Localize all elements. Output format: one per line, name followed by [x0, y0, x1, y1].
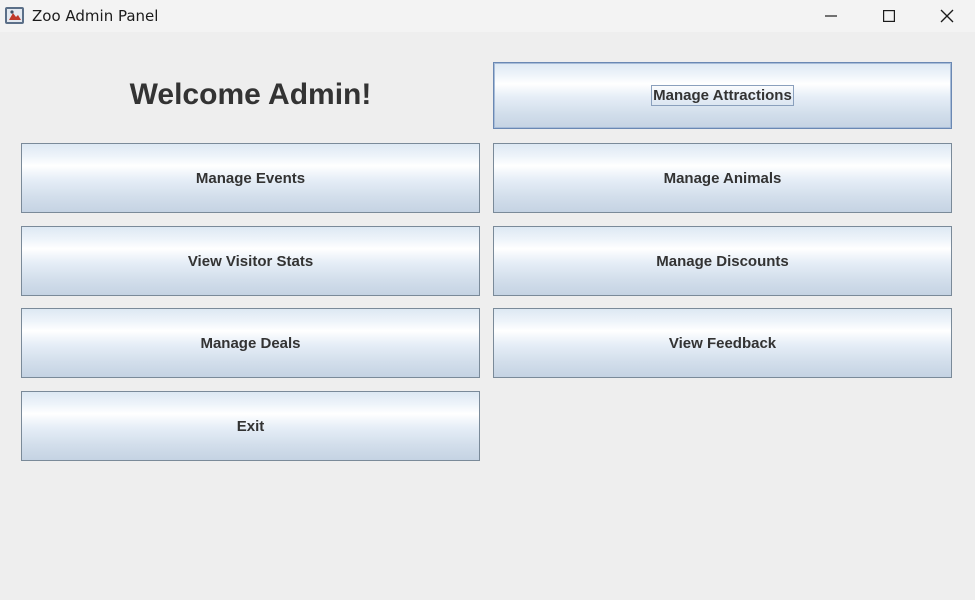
exit-button[interactable]: Exit: [21, 391, 480, 461]
manage-deals-label: Manage Deals: [200, 334, 301, 352]
minimize-button[interactable]: [802, 0, 860, 32]
manage-deals-button[interactable]: Manage Deals: [21, 308, 480, 378]
manage-attractions-label: Manage Attractions: [651, 85, 794, 106]
manage-animals-label: Manage Animals: [663, 169, 782, 187]
maximize-button[interactable]: [860, 0, 918, 32]
manage-animals-button[interactable]: Manage Animals: [493, 143, 952, 213]
minimize-icon: [825, 15, 837, 17]
welcome-heading: Welcome Admin!: [129, 78, 372, 111]
close-button[interactable]: [918, 0, 975, 32]
manage-events-label: Manage Events: [195, 169, 306, 187]
maximize-icon: [883, 10, 895, 22]
view-visitor-stats-button[interactable]: View Visitor Stats: [21, 226, 480, 296]
manage-discounts-label: Manage Discounts: [656, 252, 789, 270]
manage-discounts-button[interactable]: Manage Discounts: [493, 226, 952, 296]
view-feedback-label: View Feedback: [668, 334, 777, 352]
manage-events-button[interactable]: Manage Events: [21, 143, 480, 213]
java-app-icon: [4, 5, 25, 26]
exit-label: Exit: [236, 417, 265, 435]
admin-panel-content: Welcome Admin! Manage Attractions Manage…: [0, 32, 975, 600]
view-feedback-button[interactable]: View Feedback: [493, 308, 952, 378]
manage-attractions-button[interactable]: Manage Attractions: [493, 62, 952, 129]
window-title: Zoo Admin Panel: [32, 7, 159, 25]
title-bar[interactable]: Zoo Admin Panel: [0, 0, 975, 32]
app-window: Zoo Admin Panel Welcome Admin! Manage At…: [0, 0, 975, 600]
close-icon: [940, 9, 954, 23]
view-visitor-stats-label: View Visitor Stats: [187, 252, 314, 270]
